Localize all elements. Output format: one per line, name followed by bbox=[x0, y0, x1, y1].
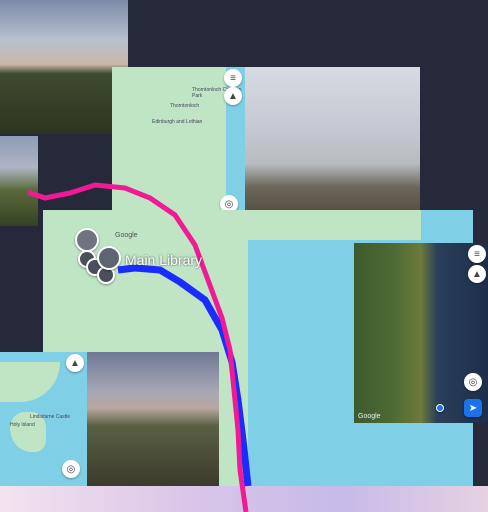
route-pink bbox=[27, 182, 249, 512]
location-dot bbox=[436, 404, 444, 412]
route-overlay bbox=[27, 182, 252, 512]
marker-icon[interactable] bbox=[75, 228, 99, 252]
library-icon[interactable] bbox=[97, 246, 121, 270]
place-label: Main Library bbox=[125, 252, 203, 268]
screen: Thorntonloch Edinburgh and Lothian Thorn… bbox=[0, 0, 488, 512]
route-blue bbox=[117, 264, 252, 487]
